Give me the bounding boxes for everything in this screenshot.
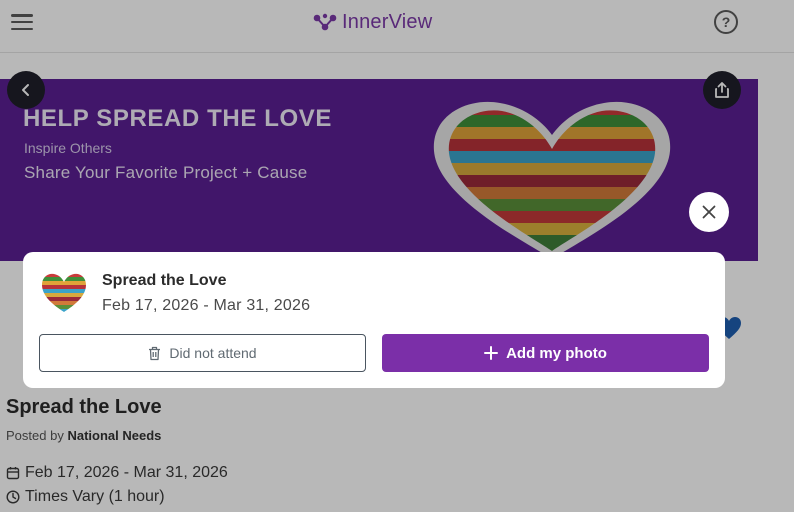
plus-icon xyxy=(484,346,499,360)
add-my-photo-button[interactable]: Add my photo xyxy=(382,334,709,372)
attendance-modal: Spread the Love Feb 17, 2026 - Mar 31, 2… xyxy=(23,252,725,388)
modal-event-dates: Feb 17, 2026 - Mar 31, 2026 xyxy=(102,297,311,314)
rainbow-heart-thumbnail-icon xyxy=(42,273,86,313)
trash-icon xyxy=(149,346,161,360)
add-my-photo-label: Add my photo xyxy=(506,344,607,362)
did-not-attend-label: Did not attend xyxy=(169,345,257,361)
modal-event-title: Spread the Love xyxy=(102,272,227,289)
close-icon xyxy=(702,205,716,219)
did-not-attend-button[interactable]: Did not attend xyxy=(39,334,366,372)
close-button[interactable] xyxy=(689,192,729,232)
